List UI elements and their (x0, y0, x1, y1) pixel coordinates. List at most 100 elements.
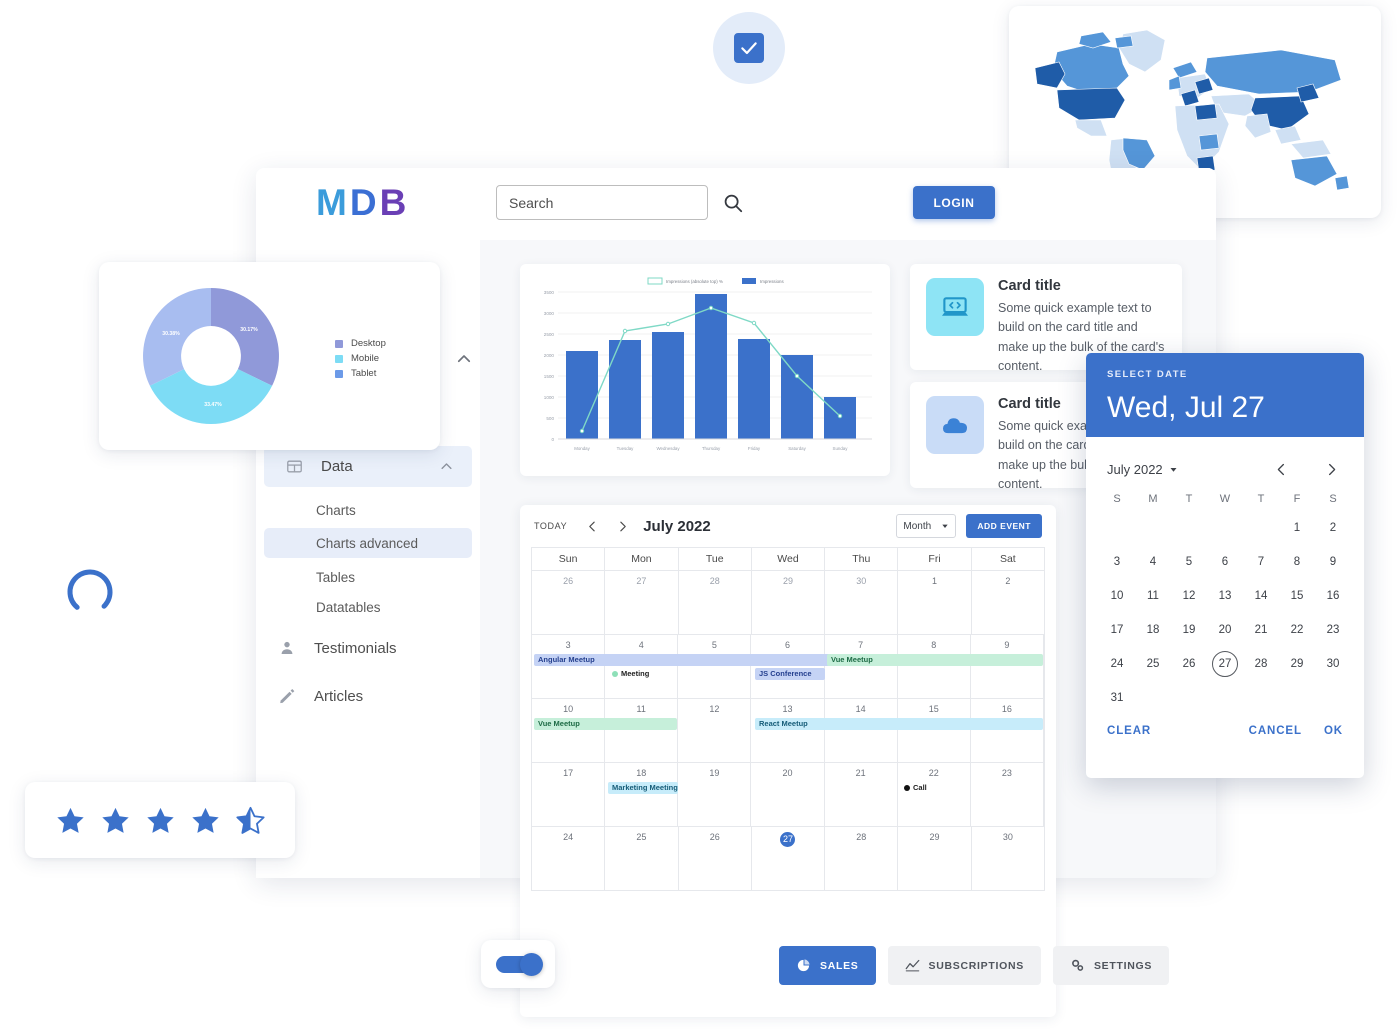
calendar-day-cell[interactable]: 27 (752, 827, 826, 890)
toggle-switch-card[interactable] (481, 940, 555, 988)
toggle-knob[interactable] (520, 952, 543, 976)
caret-down-icon[interactable] (1169, 465, 1178, 474)
date-picker-day[interactable] (1243, 681, 1279, 715)
calendar-day-cell[interactable]: 28 (825, 827, 899, 890)
toggle-track[interactable] (496, 952, 543, 976)
add-event-button[interactable]: ADD EVENT (966, 514, 1042, 538)
chevron-up-icon[interactable] (455, 350, 473, 368)
date-picker-day[interactable]: 30 (1315, 647, 1351, 681)
calendar-day-cell[interactable]: 22 (898, 763, 971, 826)
date-picker-day[interactable]: 19 (1171, 613, 1207, 647)
sidebar-item-testimonials[interactable]: Testimonials (256, 628, 480, 668)
date-picker-day[interactable]: 21 (1243, 613, 1279, 647)
date-picker-day[interactable]: 16 (1315, 579, 1351, 613)
date-picker-day[interactable]: 9 (1315, 545, 1351, 579)
calendar-day-cell[interactable]: 30 (825, 571, 899, 634)
calendar-day-cell[interactable]: 25 (605, 827, 679, 890)
chevron-up-icon[interactable] (439, 459, 454, 474)
date-picker-day[interactable]: 3 (1099, 545, 1135, 579)
date-picker-day[interactable]: 2 (1315, 511, 1351, 545)
date-picker-day[interactable]: 8 (1279, 545, 1315, 579)
date-picker-day[interactable]: 15 (1279, 579, 1315, 613)
date-picker-day[interactable]: 1 (1279, 511, 1315, 545)
calendar-day-cell[interactable]: 27 (605, 571, 679, 634)
bar-chart-card[interactable]: 0 500 1000 1500 2000 2500 3000 3500 Mond… (520, 264, 890, 476)
calendar-day-cell[interactable]: 16 (971, 699, 1044, 762)
date-picker-day[interactable] (1207, 681, 1243, 715)
date-picker-cancel-button[interactable]: CANCEL (1249, 725, 1302, 737)
date-picker-day[interactable]: 18 (1135, 613, 1171, 647)
date-picker-day[interactable] (1171, 511, 1207, 545)
calendar-day-cell[interactable]: 14 (825, 699, 898, 762)
sidebar-group-data[interactable]: Data (264, 446, 472, 487)
sidebar-item-tables[interactable]: Tables (264, 562, 472, 592)
date-picker-ok-button[interactable]: OK (1324, 725, 1343, 737)
search-input[interactable] (496, 185, 708, 220)
calendar-event[interactable]: React Meetup (755, 718, 1043, 730)
legend-item[interactable]: Tablet (335, 366, 386, 381)
calendar-event[interactable]: Marketing Meeting (608, 782, 678, 794)
star-icon-filled[interactable] (190, 805, 221, 836)
date-picker-month-label[interactable]: July 2022 (1107, 462, 1163, 477)
calendar-day-cell[interactable]: 29 (898, 827, 972, 890)
date-picker-day[interactable] (1279, 681, 1315, 715)
calendar-widget[interactable]: TODAY July 2022 Month ADD EVENT Sun Mon … (520, 505, 1056, 1017)
calendar-day-cell[interactable]: 10 (532, 699, 606, 762)
calendar-day-cell[interactable]: 17 (532, 763, 606, 826)
checkbox-checked[interactable] (734, 33, 764, 63)
calendar-next-button[interactable] (611, 513, 633, 539)
date-picker-day[interactable]: 23 (1315, 613, 1351, 647)
date-picker-day[interactable] (1099, 511, 1135, 545)
calendar-event-dot[interactable]: Call (904, 782, 927, 794)
date-picker-day[interactable]: 4 (1135, 545, 1171, 579)
date-picker-day[interactable]: 24 (1099, 647, 1135, 681)
date-picker-day[interactable]: 28 (1243, 647, 1279, 681)
date-picker-day[interactable]: 7 (1243, 545, 1279, 579)
calendar-event[interactable]: Vue Meetup (827, 654, 1043, 666)
date-picker-next-button[interactable] (1319, 457, 1343, 481)
calendar-day-cell[interactable]: 20 (751, 763, 825, 826)
date-picker-day[interactable]: 29 (1279, 647, 1315, 681)
calendar-day-cell[interactable]: 30 (972, 827, 1044, 890)
date-picker-day[interactable]: 25 (1135, 647, 1171, 681)
calendar-today-button[interactable]: TODAY (534, 521, 567, 531)
star-icon-filled[interactable] (55, 805, 86, 836)
calendar-day-cell[interactable]: 4 (605, 635, 679, 698)
calendar-view-select[interactable]: Month (896, 514, 957, 538)
checkbox-demo[interactable] (713, 12, 785, 84)
calendar-day-cell[interactable]: 26 (679, 827, 752, 890)
calendar-event[interactable]: JS Conference (755, 668, 825, 680)
calendar-prev-button[interactable] (581, 513, 603, 539)
star-icon-filled[interactable] (145, 805, 176, 836)
calendar-day-cell[interactable]: 12 (678, 699, 752, 762)
date-picker-day[interactable] (1315, 681, 1351, 715)
calendar-day-cell[interactable]: 3 (532, 635, 606, 698)
calendar-day-cell[interactable]: 18 (605, 763, 679, 826)
star-icon-half[interactable] (235, 805, 266, 836)
calendar-day-cell[interactable]: 15 (898, 699, 971, 762)
settings-button[interactable]: SETTINGS (1052, 946, 1170, 985)
legend-item[interactable]: Desktop (335, 336, 386, 351)
date-picker-day[interactable]: 5 (1171, 545, 1207, 579)
calendar-day-cell[interactable]: 6 (751, 635, 825, 698)
date-picker-day[interactable] (1171, 681, 1207, 715)
date-picker-clear-button[interactable]: CLEAR (1107, 725, 1151, 737)
calendar-day-cell[interactable]: 2 (972, 571, 1044, 634)
date-picker-day[interactable]: 12 (1171, 579, 1207, 613)
date-picker-day[interactable]: 17 (1099, 613, 1135, 647)
subscriptions-button[interactable]: SUBSCRIPTIONS (887, 946, 1041, 985)
calendar-day-cell[interactable]: 5 (678, 635, 752, 698)
calendar-day-cell[interactable]: 23 (971, 763, 1044, 826)
date-picker-day[interactable]: 6 (1207, 545, 1243, 579)
calendar-day-cell[interactable]: 1 (898, 571, 972, 634)
star-icon-filled[interactable] (100, 805, 131, 836)
sidebar-item-datatables[interactable]: Datatables (264, 592, 472, 622)
date-picker-day[interactable]: 14 (1243, 579, 1279, 613)
date-picker-day[interactable]: 22 (1279, 613, 1315, 647)
calendar-day-cell[interactable]: 21 (825, 763, 898, 826)
date-picker-day[interactable]: 31 (1099, 681, 1135, 715)
date-picker-day[interactable] (1207, 511, 1243, 545)
device-donut-chart[interactable]: 30.17% 33.47% 30.38% (121, 280, 301, 432)
date-picker-prev-button[interactable] (1269, 457, 1293, 481)
calendar-event[interactable]: Vue Meetup (534, 718, 677, 730)
